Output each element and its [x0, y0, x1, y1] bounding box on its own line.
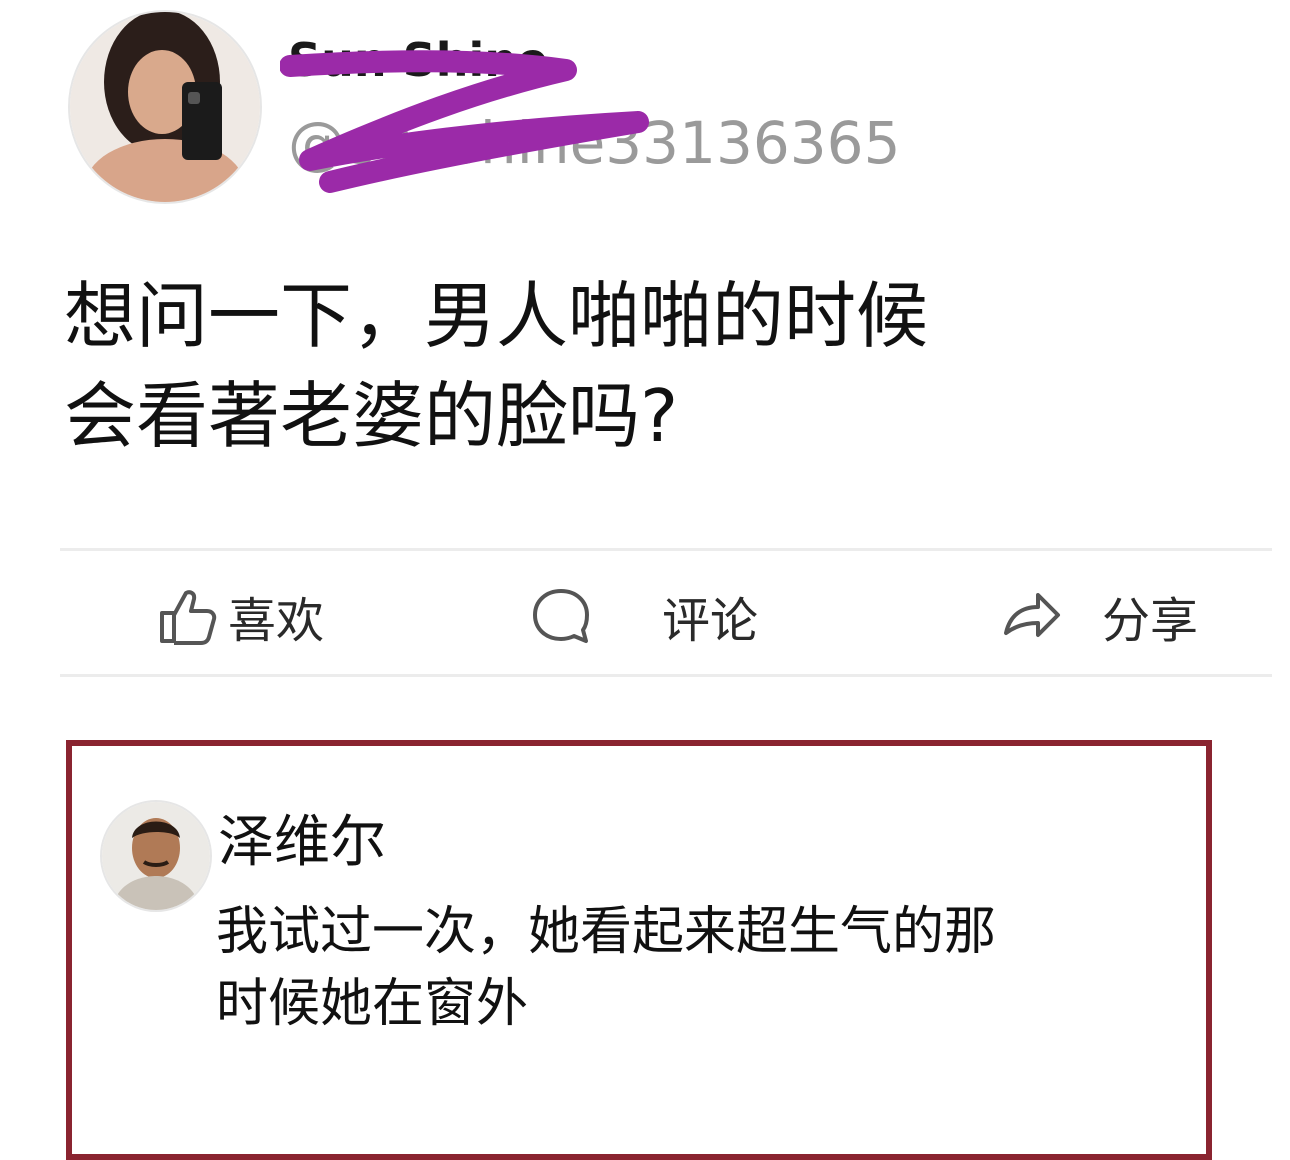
comment-body: 我试过一次，她看起来超生气的那 时候她在窗外	[216, 896, 1116, 1040]
avatar-photo	[102, 802, 210, 910]
share-button[interactable]: 分享	[1000, 580, 1198, 652]
comment-author-avatar[interactable]	[100, 800, 212, 912]
post-text-line: 想问一下，男人啪啪的时候	[64, 274, 929, 358]
post-author-handle: @sunshine33136365	[288, 109, 901, 177]
share-label: 分享	[1102, 593, 1199, 649]
divider-bottom	[60, 674, 1272, 677]
post-author-avatar[interactable]	[68, 10, 262, 204]
comment-text-line: 我试过一次，她看起来超生气的那	[216, 902, 997, 962]
share-arrow-icon	[1000, 585, 1062, 647]
thumbs-up-icon	[156, 585, 218, 647]
speech-bubble-icon	[530, 585, 592, 647]
post-author-name[interactable]: Sun Shine	[288, 30, 548, 90]
avatar-photo	[70, 12, 260, 202]
comment-text-line: 时候她在窗外	[216, 974, 529, 1034]
like-button[interactable]: 喜欢	[156, 580, 324, 652]
like-label: 喜欢	[228, 593, 325, 649]
comment-button[interactable]: 评论	[530, 580, 758, 652]
comment-label: 评论	[662, 593, 759, 649]
post-text-line: 会看著老婆的脸吗?	[64, 374, 679, 458]
post-body: 想问一下，男人啪啪的时候 会看著老婆的脸吗?	[64, 266, 1124, 466]
comment-author-name[interactable]: 泽维尔	[218, 808, 386, 878]
divider-top	[60, 548, 1272, 551]
